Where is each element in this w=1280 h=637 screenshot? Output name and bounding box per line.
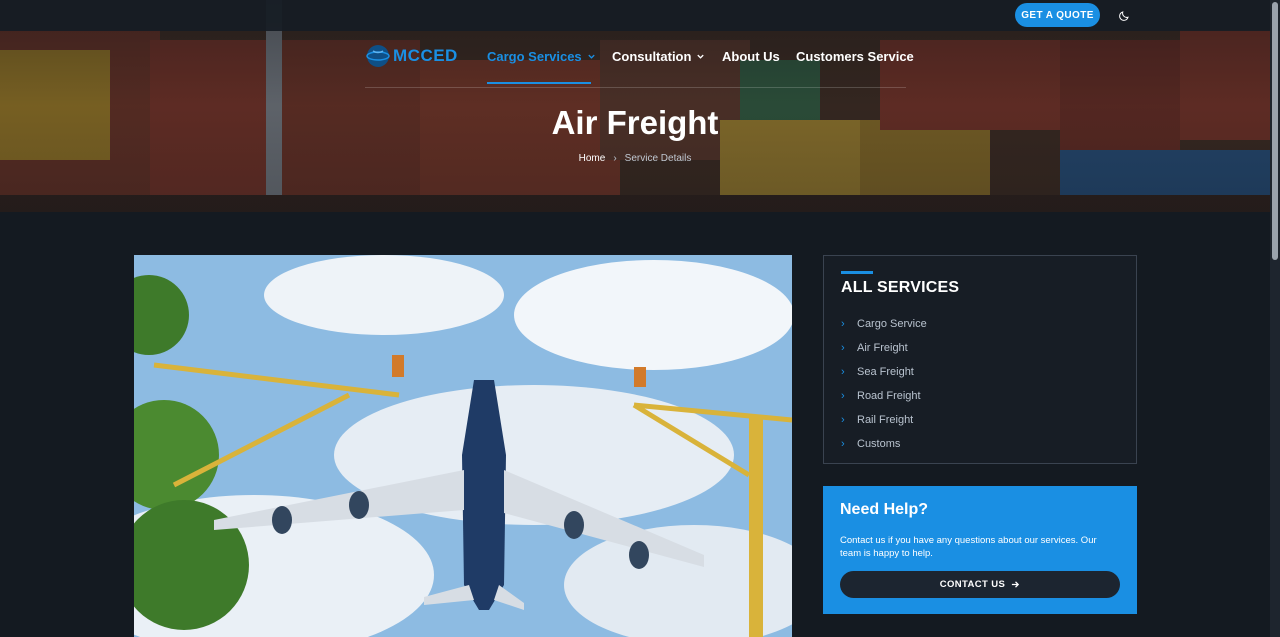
need-help-text: Contact us if you have any questions abo… <box>840 535 1097 559</box>
chevron-right-icon: › <box>841 414 845 426</box>
breadcrumb-separator-icon: › <box>613 153 617 164</box>
chevron-down-icon <box>697 54 705 59</box>
service-link-sea-freight[interactable]: › Sea Freight <box>841 360 927 384</box>
service-link-label: Rail Freight <box>857 414 914 426</box>
service-link-label: Cargo Service <box>857 318 927 330</box>
chevron-right-icon: › <box>841 318 845 330</box>
nav-about-us[interactable]: About Us <box>722 49 780 64</box>
contact-us-button[interactable]: CONTACT US <box>840 571 1120 598</box>
nav-customers-service[interactable]: Customers Service <box>796 49 914 64</box>
breadcrumb: Home › Service Details <box>0 153 1270 164</box>
nav-customers-service-label: Customers Service <box>796 49 914 64</box>
airplane-image <box>134 255 792 637</box>
service-link-label: Road Freight <box>857 390 921 402</box>
nav-consultation[interactable]: Consultation <box>612 49 705 64</box>
service-link-air-freight[interactable]: › Air Freight <box>841 336 927 360</box>
logo-text: MCCED <box>393 46 458 65</box>
nav-about-us-label: About Us <box>722 49 780 64</box>
service-link-label: Customs <box>857 438 901 450</box>
service-link-road-freight[interactable]: › Road Freight <box>841 384 927 408</box>
globe-logo-icon <box>366 45 390 67</box>
service-link-label: Air Freight <box>857 342 908 354</box>
chevron-right-icon: › <box>841 390 845 402</box>
service-image <box>134 255 792 637</box>
logo[interactable]: MCCED <box>365 43 458 69</box>
main-navbar: MCCED Cargo Services Consultation About … <box>365 40 914 88</box>
chevron-right-icon: › <box>841 342 845 354</box>
page-scrollbar[interactable] <box>1270 0 1280 637</box>
scrollbar-thumb[interactable] <box>1272 2 1278 260</box>
theme-toggle[interactable] <box>1115 7 1132 24</box>
need-help-title: Need Help? <box>840 501 929 518</box>
top-bar: GET A QUOTE <box>0 0 1270 31</box>
service-link-customs[interactable]: › Customs <box>841 432 927 456</box>
service-link-rail-freight[interactable]: › Rail Freight <box>841 408 927 432</box>
services-list: › Cargo Service › Air Freight › Sea Freight… <box>841 312 927 456</box>
all-services-panel: ALL SERVICES › Cargo Service › Air Freight… <box>823 255 1137 464</box>
nav-active-underline <box>487 82 591 84</box>
get-a-quote-button[interactable]: GET A QUOTE <box>1015 3 1100 27</box>
need-help-panel: Need Help? Contact us if you have any qu… <box>823 486 1137 614</box>
section-accent-bar <box>841 271 873 274</box>
chevron-right-icon: › <box>841 366 845 378</box>
service-link-cargo-service[interactable]: › Cargo Service <box>841 312 927 336</box>
breadcrumb-home[interactable]: Home <box>579 153 606 164</box>
chevron-right-icon: › <box>841 438 845 450</box>
all-services-title: ALL SERVICES <box>841 279 960 296</box>
contact-us-label: CONTACT US <box>939 579 1006 590</box>
breadcrumb-current: Service Details <box>624 153 692 164</box>
arrow-right-icon <box>1012 581 1020 588</box>
service-link-label: Sea Freight <box>857 366 914 378</box>
chevron-down-icon <box>587 54 595 59</box>
nav-cargo-services[interactable]: Cargo Services <box>487 49 596 64</box>
nav-consultation-label: Consultation <box>612 49 692 64</box>
page-title: Air Freight <box>551 104 719 141</box>
moon-icon <box>1118 10 1129 21</box>
nav-cargo-services-label: Cargo Services <box>487 49 582 64</box>
